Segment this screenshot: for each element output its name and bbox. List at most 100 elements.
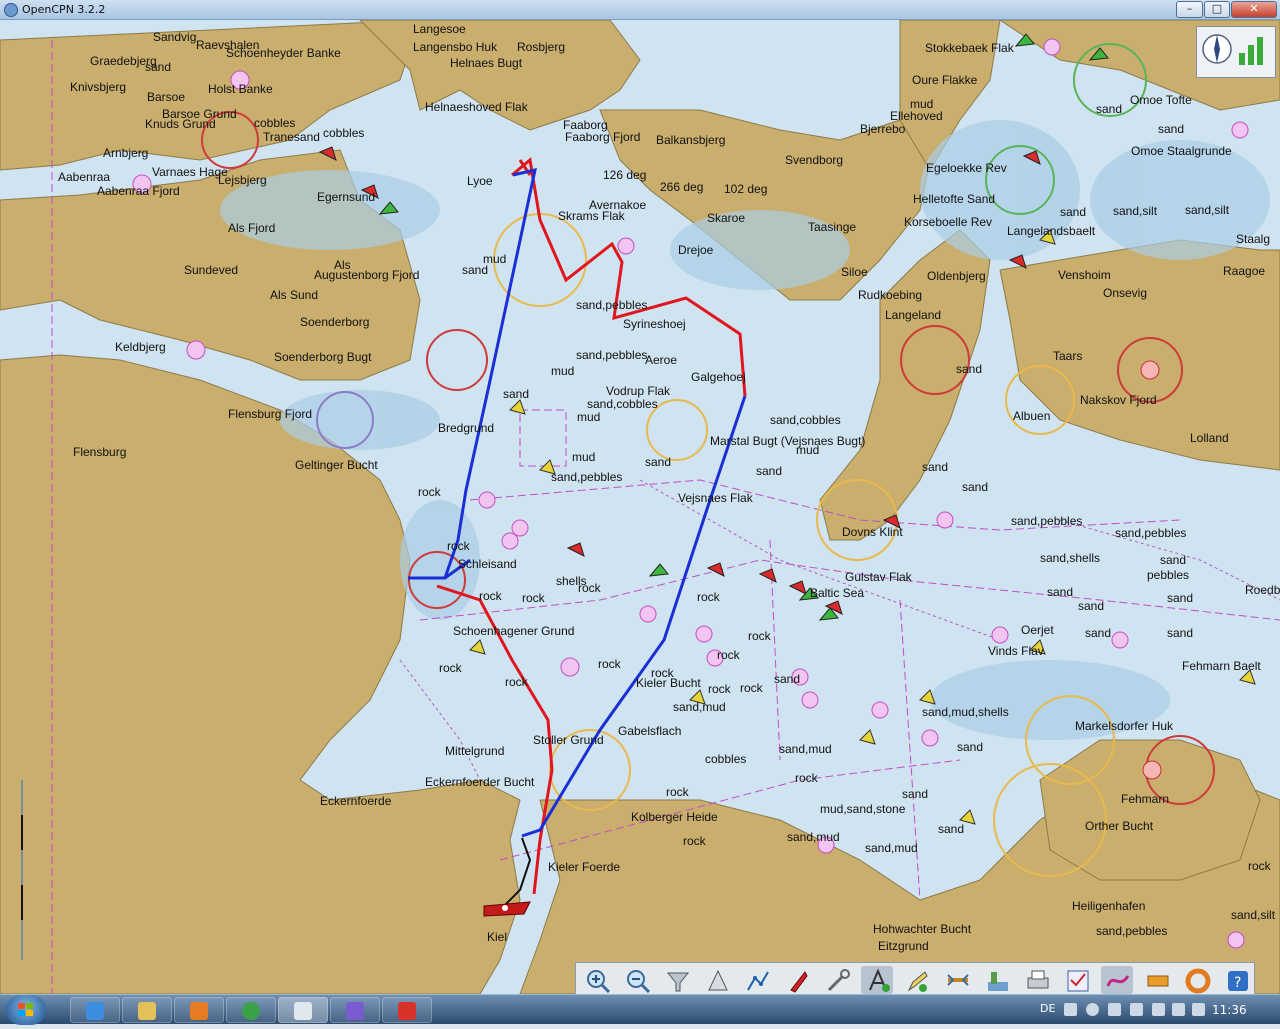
svg-text:?: ?	[1234, 975, 1241, 991]
svg-text:Eckernfoerder Bucht: Eckernfoerder Bucht	[425, 775, 535, 789]
current-button[interactable]	[941, 966, 973, 994]
chart-canvas[interactable]: Sandvig Raevshalen Schoenheyder Banke Gr…	[0, 20, 1280, 994]
svg-text:sand,mud,shells: sand,mud,shells	[922, 705, 1009, 719]
taskbar-red-app[interactable]	[382, 997, 432, 1023]
svg-text:Helnaeshoved Flak: Helnaeshoved Flak	[425, 100, 529, 114]
night-mode-button[interactable]	[1141, 966, 1173, 994]
svg-text:Raagoe: Raagoe	[1223, 264, 1265, 278]
taskbar-media-player[interactable]	[174, 997, 224, 1023]
print-button[interactable]	[1021, 966, 1053, 994]
taskbar-network-app[interactable]	[330, 997, 380, 1023]
ais-button[interactable]	[781, 966, 813, 994]
svg-text:sand: sand	[1096, 102, 1122, 116]
taskbar-chrome[interactable]	[226, 997, 276, 1023]
svg-text:Nakskov Fjord: Nakskov Fjord	[1080, 393, 1157, 407]
svg-text:266 deg: 266 deg	[660, 180, 703, 194]
help-tray-icon[interactable]	[1086, 1003, 1099, 1016]
zoom-out-button[interactable]	[621, 966, 653, 994]
keyboard-icon[interactable]	[1064, 1003, 1077, 1016]
svg-text:mud: mud	[910, 97, 933, 111]
svg-text:sand: sand	[957, 740, 983, 754]
svg-text:sand,mud: sand,mud	[779, 742, 832, 756]
chrome-icon	[242, 1002, 260, 1020]
media-player-icon	[190, 1002, 208, 1020]
svg-text:Dovns Klint: Dovns Klint	[842, 525, 903, 539]
nautical-chart[interactable]: Sandvig Raevshalen Schoenheyder Banke Gr…	[0, 20, 1280, 994]
svg-text:rock: rock	[479, 589, 503, 603]
svg-text:Langelandsbaelt: Langelandsbaelt	[1007, 224, 1096, 238]
svg-text:sand,mud: sand,mud	[865, 841, 918, 855]
settings-tray-icon[interactable]	[1108, 1003, 1121, 1016]
bluetooth-icon[interactable]	[1152, 1003, 1165, 1016]
maximize-button[interactable]: □	[1204, 1, 1230, 18]
svg-text:Flensburg: Flensburg	[73, 445, 126, 459]
svg-text:Geltinger Bucht: Geltinger Bucht	[295, 458, 378, 472]
language-indicator[interactable]: DE	[1040, 1002, 1055, 1015]
compass-icon[interactable]	[1202, 34, 1232, 64]
svg-text:Vodrup Flak: Vodrup Flak	[606, 384, 671, 398]
svg-text:cobbles: cobbles	[705, 752, 746, 766]
svg-text:sand,pebbles: sand,pebbles	[1115, 526, 1186, 540]
svg-text:rock: rock	[505, 675, 529, 689]
funnel-icon	[666, 972, 690, 992]
svg-text:cobbles: cobbles	[323, 126, 364, 140]
svg-text:Rosbjerg: Rosbjerg	[517, 40, 565, 54]
svg-text:Aabenraa Fjord: Aabenraa Fjord	[97, 184, 180, 198]
edit-button[interactable]	[901, 966, 933, 994]
windows-taskbar: DE 11:36	[0, 994, 1280, 1025]
close-button[interactable]: ✕	[1231, 1, 1277, 18]
svg-text:Oure Flakke: Oure Flakke	[912, 73, 978, 87]
svg-text:rock: rock	[439, 661, 463, 675]
svg-text:rock: rock	[683, 834, 707, 848]
taskbar-internet-explorer[interactable]	[70, 997, 120, 1023]
svg-text:sand: sand	[145, 60, 171, 74]
taskbar-clock[interactable]: 11:36	[1212, 1003, 1247, 1017]
svg-text:Schoenhagener Grund: Schoenhagener Grund	[453, 624, 574, 638]
layers-button[interactable]	[981, 966, 1013, 994]
svg-text:sand,pebbles: sand,pebbles	[551, 470, 622, 484]
measure-button[interactable]	[821, 966, 853, 994]
help-button[interactable]: ?	[1221, 966, 1253, 994]
svg-text:mud: mud	[577, 410, 600, 424]
svg-text:Omoe Staalgrunde: Omoe Staalgrunde	[1131, 144, 1232, 158]
svg-text:102 deg: 102 deg	[724, 182, 767, 196]
start-button[interactable]	[6, 995, 46, 1025]
arrow-tray-icon[interactable]	[1130, 1003, 1143, 1016]
svg-text:sand: sand	[1085, 626, 1111, 640]
svg-text:rock: rock	[578, 581, 602, 595]
settings-button[interactable]	[1061, 966, 1093, 994]
system-tray: DE 11:36	[1032, 995, 1280, 1025]
svg-text:rock: rock	[522, 591, 546, 605]
svg-text:Als Fjord: Als Fjord	[228, 221, 275, 235]
mob-button[interactable]	[1181, 966, 1213, 994]
title-bar[interactable]: OpenCPN 3.2.2 – □ ✕	[0, 0, 1280, 20]
text-button[interactable]	[861, 966, 893, 994]
track-button[interactable]	[1101, 966, 1133, 994]
svg-text:Syrineshoej: Syrineshoej	[623, 317, 686, 331]
svg-text:Markelsdorfer Huk: Markelsdorfer Huk	[1075, 719, 1174, 733]
svg-text:Langeland: Langeland	[885, 308, 941, 322]
minimize-button[interactable]: –	[1176, 1, 1203, 18]
svg-text:Galgehoej: Galgehoej	[691, 370, 746, 384]
volume-icon[interactable]	[1192, 1003, 1205, 1016]
quilt-button[interactable]	[661, 966, 693, 994]
svg-text:Marstal Bugt (Vejsnaes Bugt): Marstal Bugt (Vejsnaes Bugt)	[710, 434, 865, 448]
tide-button[interactable]	[701, 966, 733, 994]
network-icon[interactable]	[1172, 1003, 1185, 1016]
svg-text:Taars: Taars	[1053, 349, 1082, 363]
svg-text:Siloe: Siloe	[841, 265, 868, 279]
route-icon	[747, 971, 769, 991]
svg-text:Balkansbjerg: Balkansbjerg	[656, 133, 725, 147]
svg-text:rock: rock	[666, 785, 690, 799]
svg-text:sand,silt: sand,silt	[1113, 204, 1158, 218]
svg-text:Langesoe: Langesoe	[413, 22, 466, 36]
svg-text:Roedb: Roedb	[1245, 583, 1280, 597]
taskbar-opencpn[interactable]	[278, 997, 328, 1023]
svg-text:Langensbo Huk: Langensbo Huk	[413, 40, 498, 54]
zoom-in-button[interactable]	[581, 966, 613, 994]
internet-explorer-icon	[86, 1002, 104, 1020]
route-button[interactable]	[741, 966, 773, 994]
taskbar-file-explorer[interactable]	[122, 997, 172, 1023]
svg-text:pebbles: pebbles	[1147, 568, 1189, 582]
svg-text:rock: rock	[1248, 859, 1272, 873]
